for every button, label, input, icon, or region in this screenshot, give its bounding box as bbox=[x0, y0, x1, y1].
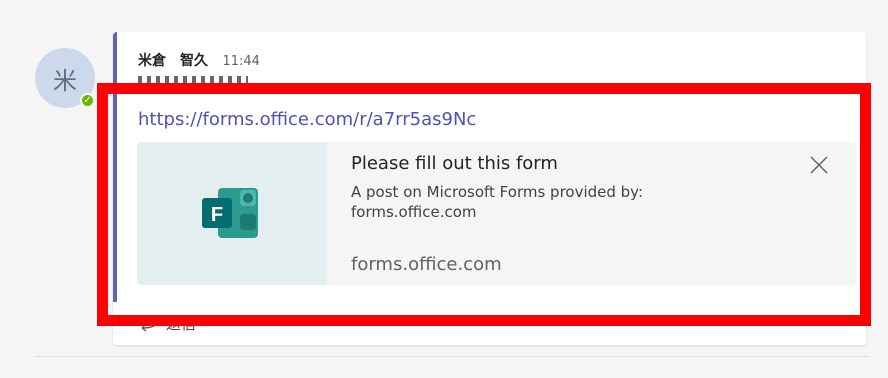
divider bbox=[35, 356, 870, 357]
avatar-initial: 米 bbox=[53, 66, 77, 95]
reply-button[interactable]: 返信 bbox=[138, 313, 196, 334]
partially-hidden-text bbox=[138, 76, 248, 90]
reply-arrow-icon bbox=[141, 317, 159, 332]
message-accent-bar bbox=[113, 32, 117, 302]
close-x-glyph bbox=[810, 156, 828, 174]
svg-text:F: F bbox=[211, 204, 223, 226]
link-preview-card[interactable]: F Please fill out this form A post on Mi… bbox=[137, 142, 857, 285]
form-link[interactable]: https://forms.office.com/r/a7rr5as9Nc bbox=[138, 109, 476, 130]
message-timestamp: 11:44 bbox=[222, 54, 260, 69]
card-title[interactable]: Please fill out this form bbox=[351, 153, 558, 174]
message-card: 米倉 智久 11:44 https://forms.office.com/r/a… bbox=[113, 32, 866, 345]
presence-check: ✓ bbox=[83, 94, 92, 106]
card-domain: forms.office.com bbox=[351, 254, 502, 275]
reply-label: 返信 bbox=[166, 315, 197, 333]
message-author[interactable]: 米倉 智久 bbox=[138, 53, 208, 69]
message-header: 米倉 智久 11:44 bbox=[138, 50, 260, 70]
card-thumbnail: F bbox=[137, 142, 327, 285]
card-description: A post on Microsoft Forms provided by: f… bbox=[351, 183, 644, 221]
microsoft-forms-icon: F bbox=[202, 187, 258, 238]
close-icon[interactable] bbox=[808, 154, 830, 176]
presence-available-icon: ✓ bbox=[80, 93, 95, 108]
